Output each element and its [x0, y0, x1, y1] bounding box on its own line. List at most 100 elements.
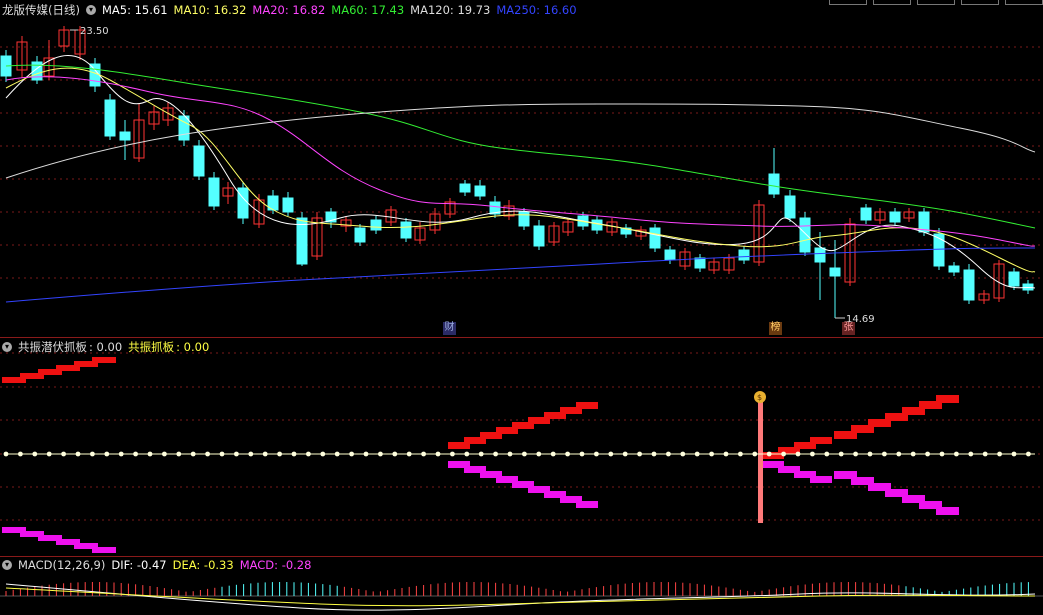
- signal-dot: [306, 451, 311, 457]
- signal-dot: [104, 451, 110, 457]
- signal-legend: ▾ 共振潜伏抓板 : 0.00 共振抓板 : 0.00: [2, 339, 209, 355]
- collapse-icon[interactable]: ▾: [2, 342, 12, 352]
- kline-chart[interactable]: [0, 0, 1043, 337]
- marker-cai[interactable]: 财: [443, 322, 456, 335]
- candle-body: [664, 249, 676, 261]
- signal-dot: [666, 451, 671, 457]
- signal-chart[interactable]: $: [0, 337, 1043, 556]
- stock-title: 龙版传媒(日线): [2, 3, 80, 17]
- candle-body: [208, 177, 220, 207]
- toolbar-tab[interactable]: [1005, 0, 1043, 5]
- moving-average-line: [5, 64, 1036, 229]
- toolbar-tab[interactable]: [961, 0, 999, 5]
- candle-body: [237, 187, 249, 219]
- signal-spike: [758, 401, 763, 523]
- candle-body: [694, 257, 706, 269]
- signal-dot: [190, 451, 196, 457]
- ma60-label: MA60: 17.43: [331, 3, 405, 17]
- moving-average-line: [5, 54, 1036, 289]
- macd-name: MACD(12,26,9): [18, 558, 106, 572]
- signal-dot: [1026, 451, 1031, 457]
- signal-dot: [622, 451, 628, 457]
- signal-dot: [234, 451, 239, 457]
- signal-dot: [997, 451, 1002, 457]
- candle-body: [768, 173, 780, 195]
- signal-bar-red: [936, 395, 959, 403]
- signal-dot: [853, 451, 858, 457]
- candle-body: [400, 221, 412, 239]
- signal-dot: [18, 451, 23, 457]
- signal-dot: [421, 451, 426, 457]
- signal-value: : 0.00: [89, 340, 123, 354]
- candle-body: [889, 211, 901, 223]
- signal-dot: [219, 451, 225, 457]
- signal-dot: [522, 451, 527, 457]
- signal-dot: [176, 451, 182, 457]
- signal-bar-magenta: [92, 547, 116, 553]
- candle-body: [370, 219, 382, 231]
- signal-dot: [133, 451, 139, 457]
- toolbar-tab[interactable]: [829, 0, 867, 5]
- candle-body: [119, 131, 131, 141]
- candle-body: [518, 211, 530, 227]
- kline-panel[interactable]: 龙版传媒(日线) ▾ MA5: 15.61 MA10: 16.32 MA20: …: [0, 0, 1043, 337]
- signal-bar-red: [810, 437, 832, 444]
- signal-dot: [565, 451, 570, 457]
- candle-body: [354, 227, 366, 243]
- signal-bar-red: [576, 402, 598, 409]
- marker-zhang[interactable]: 张: [842, 322, 855, 335]
- signal-dot: [694, 451, 700, 457]
- signal-dot: [464, 451, 470, 457]
- signal-dot: [752, 451, 758, 457]
- signal-dot: [205, 451, 211, 457]
- signal-dot: [637, 451, 642, 457]
- candle-body: [738, 249, 750, 261]
- signal-dot: [32, 451, 38, 457]
- candle-body: [814, 247, 826, 263]
- signal-dot: [738, 451, 743, 457]
- signal-dot: [838, 451, 844, 457]
- signal-dot: [550, 451, 556, 457]
- candle-body: [649, 227, 661, 249]
- candle-body: [1008, 271, 1020, 287]
- signal-dot: [162, 451, 167, 457]
- signal-name-2: 共振抓板: [128, 340, 175, 354]
- signal-dot: [723, 451, 729, 457]
- candle-body: [829, 267, 841, 277]
- signal-dot: [118, 451, 124, 457]
- signal-dot: [334, 451, 340, 457]
- macd-panel[interactable]: ▾ MACD(12,26,9) DIF: -0.47 DEA: -0.33 MA…: [0, 556, 1043, 615]
- signal-dot: [378, 451, 383, 457]
- signal-dot: [925, 451, 930, 457]
- signal-name: 共振潜伏抓板: [18, 340, 87, 354]
- signal-dot: [795, 451, 801, 457]
- toolbar-tab[interactable]: [917, 0, 955, 5]
- signal-dot: [90, 451, 95, 457]
- dif-label: DIF: -0.47: [111, 558, 167, 572]
- collapse-icon[interactable]: ▾: [85, 5, 96, 15]
- top-toolbar: [829, 0, 1043, 5]
- signal-dot: [896, 451, 902, 457]
- signal-dot: [608, 451, 614, 457]
- signal-dot: [75, 451, 81, 457]
- signal-dot: [392, 451, 398, 457]
- signal-panel[interactable]: $ ▾ 共振潜伏抓板 : 0.00 共振抓板 : 0.00: [0, 337, 1043, 556]
- macd-legend: ▾ MACD(12,26,9) DIF: -0.47 DEA: -0.33 MA…: [2, 557, 311, 573]
- ma5-label: MA5: 15.61: [101, 3, 168, 17]
- candle-body: [474, 185, 486, 197]
- signal-dot: [406, 451, 412, 457]
- toolbar-tab[interactable]: [873, 0, 911, 5]
- ma120-label: MA120: 19.73: [410, 3, 491, 17]
- ma250-label: MA250: 16.60: [496, 3, 577, 17]
- marker-bang[interactable]: 榜: [769, 322, 782, 335]
- signal-bar-magenta: [576, 501, 598, 508]
- dea-line: [5, 587, 1036, 607]
- signal-dot: [3, 451, 9, 457]
- signal-dot: [349, 451, 354, 457]
- signal-dot: [882, 451, 887, 457]
- signal-dot: [291, 451, 297, 457]
- signal-dot: [824, 451, 830, 457]
- candle-body: [784, 195, 796, 219]
- collapse-icon[interactable]: ▾: [2, 560, 12, 570]
- signal-dot: [651, 451, 657, 457]
